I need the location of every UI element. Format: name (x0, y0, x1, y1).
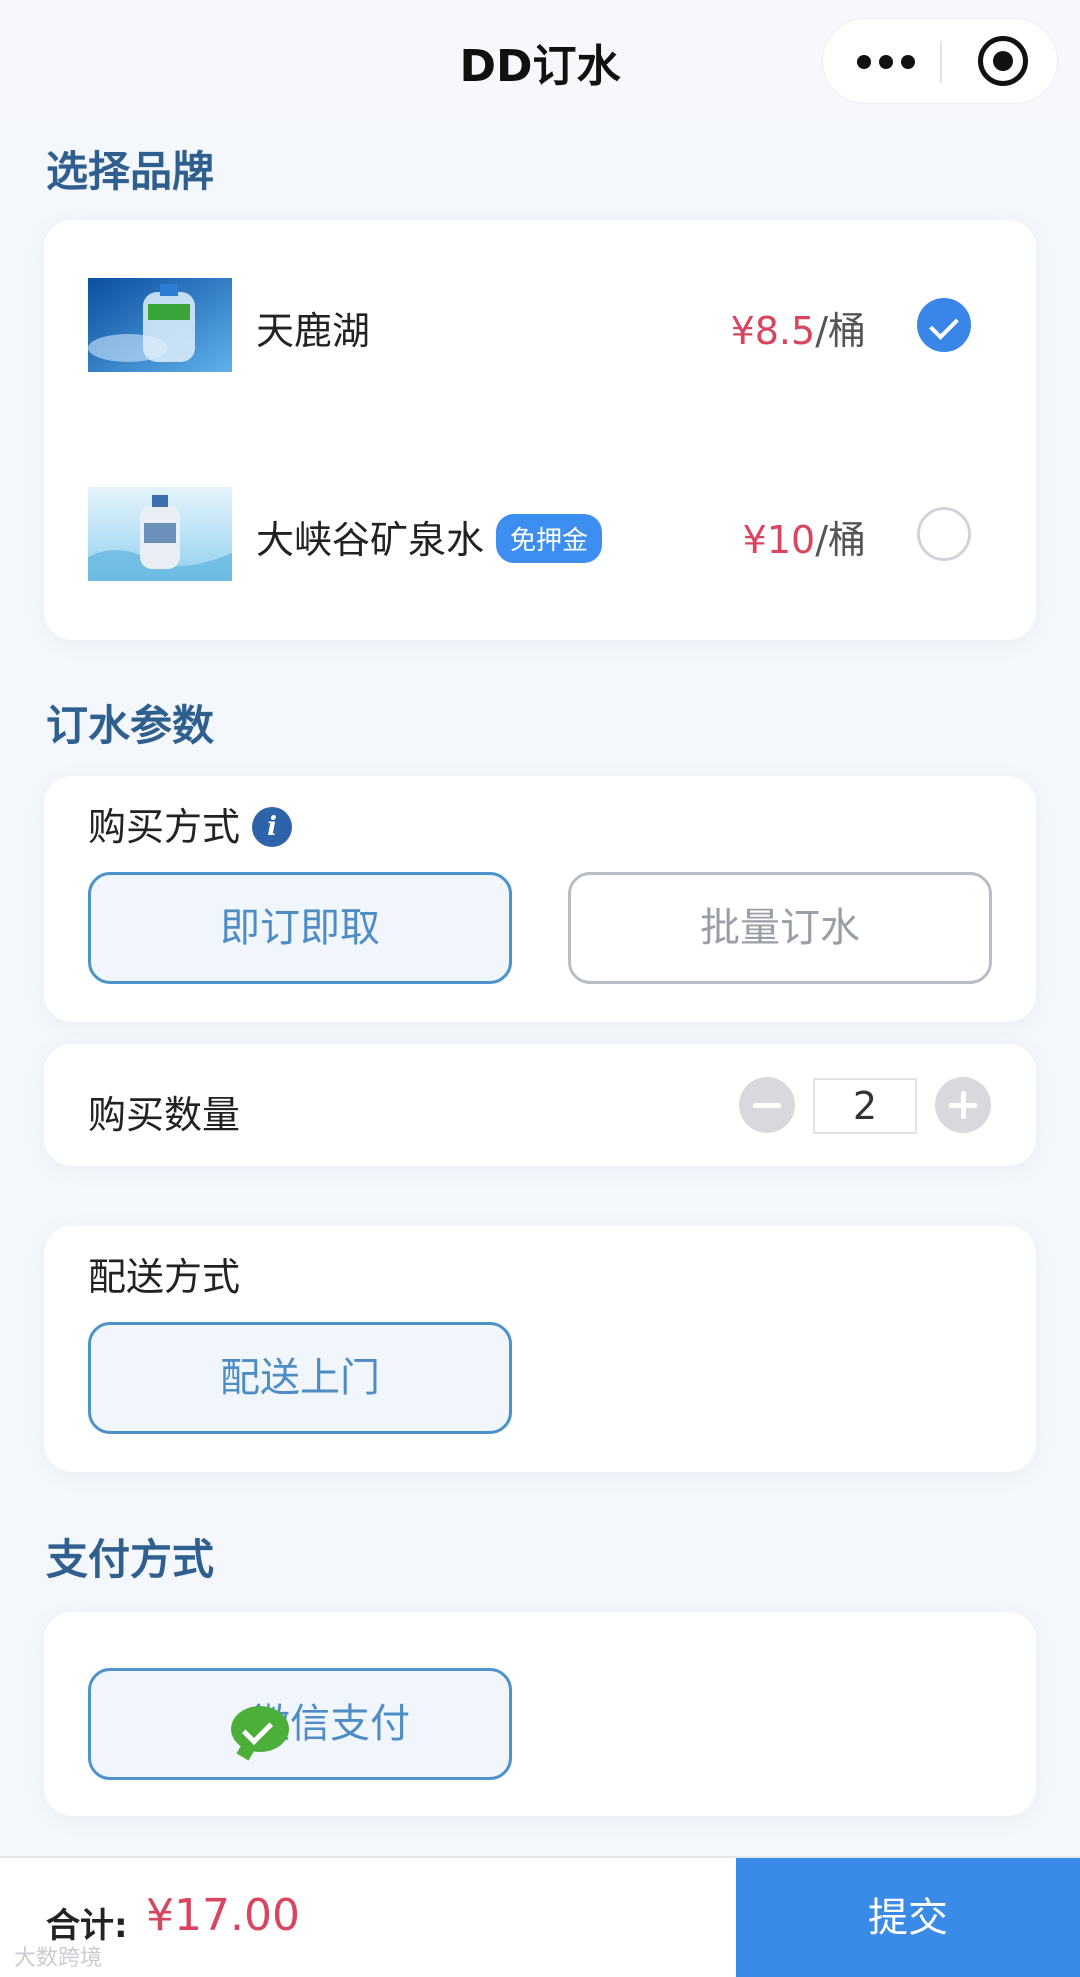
brand-radio-unchecked[interactable] (917, 507, 971, 561)
brand-radio-checked[interactable] (917, 298, 971, 352)
section-title-brand: 选择品牌 (46, 147, 215, 196)
payment-card: 微信支付 (44, 1612, 1036, 1816)
brand-image-tianluhu (88, 278, 232, 372)
header-bar: DD订水 (0, 0, 1080, 120)
bottom-bar: 合计: ¥17.00 提交 (0, 1856, 1080, 1977)
brand-card: 天鹿湖 ¥8.5/桶 大峡谷矿泉水 免押金 ¥10/桶 (44, 220, 1036, 640)
brand-price: ¥8.5/桶 (730, 309, 866, 353)
brand-name: 大峡谷矿泉水 免押金 (256, 509, 603, 567)
watermark-text: 大数跨境 (14, 1946, 103, 1971)
purchase-method-label: 购买方式 i (88, 796, 293, 851)
brand-price: ¥10/桶 (742, 518, 866, 562)
more-dots-icon[interactable] (857, 19, 937, 105)
total-amount: ¥17.00 (146, 1890, 300, 1941)
brand-item-daxiagu[interactable]: 大峡谷矿泉水 免押金 ¥10/桶 (44, 487, 1036, 587)
deposit-free-badge: 免押金 (496, 514, 603, 563)
brand-image-daxiagu (88, 487, 232, 581)
section-title-params: 订水参数 (46, 701, 215, 750)
minus-icon[interactable] (739, 1077, 795, 1133)
capsule-divider (940, 41, 942, 83)
mini-program-capsule (822, 18, 1058, 104)
brand-item-tianluhu[interactable]: 天鹿湖 ¥8.5/桶 (44, 278, 1036, 378)
option-instant-order[interactable]: 即订即取 (88, 872, 512, 984)
quantity-stepper-value[interactable]: 2 (813, 1078, 917, 1134)
plus-icon[interactable] (935, 1077, 991, 1133)
option-wechat-pay[interactable]: 微信支付 (88, 1668, 512, 1780)
brand-name: 天鹿湖 (256, 309, 371, 353)
submit-button[interactable]: 提交 (736, 1858, 1080, 1977)
close-target-icon[interactable] (978, 36, 1028, 86)
option-bulk-order[interactable]: 批量订水 (568, 872, 992, 984)
wechat-icon (231, 1706, 289, 1752)
delivery-card: 配送方式 配送上门 (44, 1226, 1036, 1472)
quantity-label: 购买数量 (88, 1093, 241, 1137)
section-title-payment: 支付方式 (46, 1535, 215, 1584)
quantity-card: 购买数量 2 (44, 1044, 1036, 1166)
delivery-label: 配送方式 (88, 1255, 241, 1299)
info-icon[interactable]: i (252, 806, 293, 847)
purchase-method-card: 购买方式 i 即订即取 批量订水 (44, 776, 1036, 1022)
option-home-delivery[interactable]: 配送上门 (88, 1322, 512, 1434)
